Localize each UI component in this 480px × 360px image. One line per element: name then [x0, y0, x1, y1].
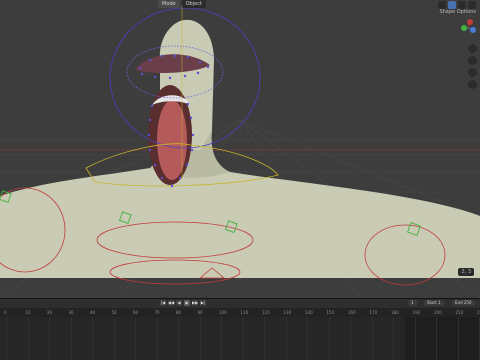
frame-tick-label: 130: [283, 310, 292, 315]
end-label: End: [455, 300, 463, 305]
keyframe-area[interactable]: [0, 317, 480, 360]
frame-tick-label: 150: [326, 310, 335, 315]
mouth-inner: [157, 100, 187, 180]
out-of-range-region: [405, 317, 480, 360]
frame-tick-label: 70: [154, 310, 160, 315]
frame-tick-label: 110: [240, 310, 249, 315]
blender-window: Mode Object Shape Options 2, 3 |◀ ◀◀ ◀ ▶…: [0, 0, 480, 360]
start-frame-field[interactable]: Start 1: [424, 300, 444, 306]
timeline-header: |◀ ◀◀ ◀ ▶ ▶▶ ▶| 1 Start 1 End 250: [0, 299, 480, 308]
end-value: 250: [463, 300, 472, 305]
zoom-icon[interactable]: [468, 44, 477, 53]
frame-tick-label: 180: [391, 310, 399, 315]
jump-end-button[interactable]: ▶|: [200, 300, 206, 306]
frame-gridline: [221, 317, 222, 360]
pan-hand-icon[interactable]: [468, 56, 477, 65]
frame-gridline: [264, 317, 265, 360]
frame-tick-label: 200: [434, 310, 442, 315]
view-options-label[interactable]: Shape Options: [439, 9, 476, 15]
mode-tabs: Mode Object: [158, 0, 206, 10]
grid-view-icon[interactable]: [468, 80, 477, 89]
frame-gridline: [113, 317, 115, 360]
frame-gridline: [6, 317, 7, 360]
frame-gridline: [199, 317, 201, 360]
material-shading-icon[interactable]: [458, 1, 466, 9]
frame-gridline: [307, 317, 308, 360]
frame-tick-label: 50: [111, 310, 117, 315]
frame-ruler[interactable]: 0 10 20 30 40 50 60 70 80 90 100 110 120 130 140 150 160…: [0, 308, 480, 317]
viewport-shading: [438, 1, 476, 9]
frame-tick-label: 80: [176, 310, 182, 315]
frame-gridline: [285, 317, 287, 360]
frame-gridline: [371, 317, 373, 360]
frame-gridline: [27, 317, 29, 360]
play-button[interactable]: ▶: [184, 300, 190, 306]
frame-gridline: [350, 317, 351, 360]
viewport-counter: 2, 3: [458, 268, 474, 276]
frame-gridline: [328, 317, 330, 360]
jump-start-button[interactable]: |◀: [160, 300, 166, 306]
start-value: 1: [438, 300, 441, 305]
frame-gridline: [92, 317, 93, 360]
current-frame-field[interactable]: 1: [408, 300, 417, 306]
frame-gridline: [393, 317, 394, 360]
frame-tick-label: 60: [133, 310, 139, 315]
jump-keyframe-forward-button[interactable]: ▶▶: [192, 300, 198, 306]
frame-tick-label: 30: [68, 310, 74, 315]
frame-tick-label: 140: [305, 310, 313, 315]
frame-gridline: [70, 317, 72, 360]
frame-gridline: [457, 317, 459, 360]
frame-gridline: [242, 317, 244, 360]
frame-tick-label: 170: [369, 310, 378, 315]
camera-view-icon[interactable]: [468, 68, 477, 77]
frame-gridline: [135, 317, 136, 360]
frame-gridline: [414, 317, 416, 360]
3d-viewport[interactable]: Mode Object Shape Options 2, 3: [0, 0, 480, 298]
viewport-scene: [0, 5, 480, 298]
frame-gridline: [49, 317, 50, 360]
frame-tick-label: 20: [47, 310, 53, 315]
frame-tick-label: 210: [455, 310, 464, 315]
frame-gridline: [178, 317, 179, 360]
frame-gridline: [436, 317, 437, 360]
frame-tick-label: 0: [4, 310, 7, 315]
start-label: Start: [427, 300, 437, 305]
frame-tick-label: 190: [412, 310, 421, 315]
frame-gridline: [156, 317, 158, 360]
tab-mode[interactable]: Mode: [158, 0, 180, 8]
wireframe-shading-icon[interactable]: [438, 1, 446, 9]
frame-tick-label: 10: [25, 310, 31, 315]
frame-tick-label: 160: [348, 310, 356, 315]
timeline-editor[interactable]: |◀ ◀◀ ◀ ▶ ▶▶ ▶| 1 Start 1 End 250 0 10 20 3…: [0, 298, 480, 360]
play-reverse-button[interactable]: ◀: [176, 300, 182, 306]
rendered-shading-icon[interactable]: [468, 1, 476, 9]
tab-object[interactable]: Object: [181, 0, 206, 8]
frame-tick-label: 120: [262, 310, 270, 315]
solid-shading-icon[interactable]: [448, 1, 456, 9]
jump-keyframe-back-button[interactable]: ◀◀: [168, 300, 174, 306]
end-frame-field[interactable]: End 250: [452, 300, 475, 306]
frame-tick-label: 100: [219, 310, 227, 315]
frame-tick-label: 40: [90, 310, 96, 315]
frame-tick-label: 90: [197, 310, 203, 315]
playback-controls: |◀ ◀◀ ◀ ▶ ▶▶ ▶|: [160, 300, 206, 306]
